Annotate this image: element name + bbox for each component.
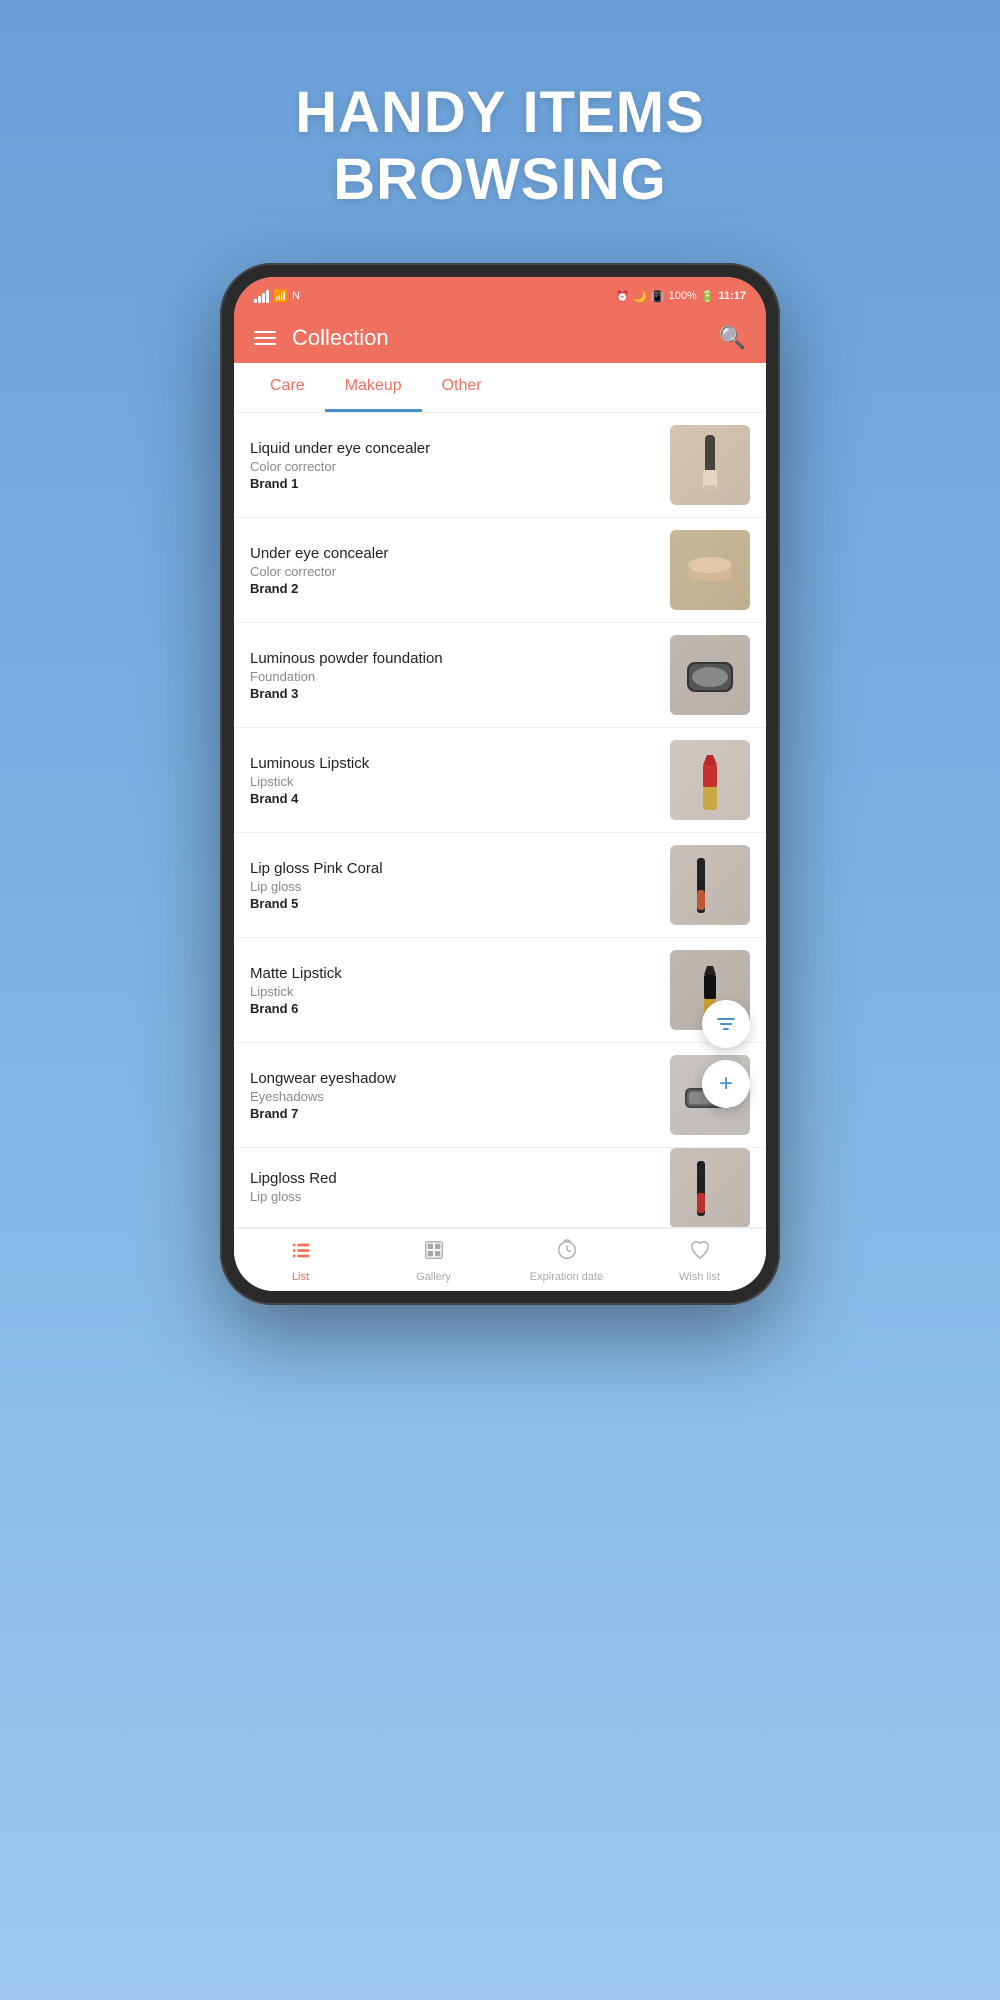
menu-button[interactable] — [254, 331, 276, 345]
product-category: Foundation — [250, 669, 658, 684]
product-name: Liquid under eye concealer — [250, 440, 658, 457]
product-name: Lip gloss Pink Coral — [250, 860, 658, 877]
product-name: Matte Lipstick — [250, 965, 658, 982]
product-brand: Brand 7 — [250, 1106, 658, 1121]
list-item[interactable]: Liquid under eye concealer Color correct… — [234, 413, 766, 518]
list-item[interactable]: Luminous powder foundation Foundation Br… — [234, 623, 766, 728]
product-brand: Brand 1 — [250, 476, 658, 491]
product-name: Luminous powder foundation — [250, 650, 658, 667]
product-image — [675, 430, 745, 500]
signal-icon — [254, 289, 269, 303]
product-brand: Brand 4 — [250, 791, 658, 806]
product-image — [675, 850, 745, 920]
product-category: Color corrector — [250, 564, 658, 579]
product-info: Lipgloss Red Lip gloss — [250, 1170, 658, 1206]
product-image — [675, 535, 745, 605]
nav-gallery-label: Gallery — [416, 1271, 451, 1283]
product-info: Longwear eyeshadow Eyeshadows Brand 7 — [250, 1070, 658, 1121]
list-item[interactable]: Matte Lipstick Lipstick Brand 6 — [234, 938, 766, 1043]
filter-icon — [714, 1012, 738, 1036]
product-info: Luminous powder foundation Foundation Br… — [250, 650, 658, 701]
app-title: Collection — [292, 325, 703, 351]
nav-wishlist-label: Wish list — [679, 1271, 720, 1283]
product-brand: Brand 3 — [250, 686, 658, 701]
list-item[interactable]: Longwear eyeshadow Eyeshadows Brand 7 — [234, 1043, 766, 1148]
nav-list[interactable]: List — [234, 1239, 367, 1283]
product-info: Under eye concealer Color corrector Bran… — [250, 545, 658, 596]
phone-frame: 📶 N ⏰ 🌙 📳 100% 🔋 11:17 Collection 🔍 Care — [220, 263, 780, 1305]
product-image — [675, 745, 745, 815]
product-category: Lip gloss — [250, 1189, 658, 1204]
hero-title: HANDY ITEMS BROWSING — [295, 80, 705, 213]
phone-screen: 📶 N ⏰ 🌙 📳 100% 🔋 11:17 Collection 🔍 Care — [234, 277, 766, 1291]
moon-icon: 🌙 — [633, 290, 647, 303]
product-category: Lipstick — [250, 774, 658, 789]
nav-wishlist[interactable]: Wish list — [633, 1239, 766, 1283]
list-nav-icon — [290, 1239, 312, 1267]
product-thumbnail — [670, 635, 750, 715]
product-image — [675, 640, 745, 710]
vibrate-icon: 📳 — [651, 290, 665, 303]
alarm-icon: ⏰ — [616, 290, 630, 303]
list-item[interactable]: Luminous Lipstick Lipstick Brand 4 — [234, 728, 766, 833]
clock: 11:17 — [718, 290, 746, 302]
product-info: Matte Lipstick Lipstick Brand 6 — [250, 965, 658, 1016]
product-brand: Brand 2 — [250, 581, 658, 596]
product-image — [675, 1153, 745, 1223]
product-info: Luminous Lipstick Lipstick Brand 4 — [250, 755, 658, 806]
status-bar: 📶 N ⏰ 🌙 📳 100% 🔋 11:17 — [234, 277, 766, 313]
battery-icon: 🔋 — [701, 290, 715, 303]
product-category: Color corrector — [250, 459, 658, 474]
product-category: Eyeshadows — [250, 1089, 658, 1104]
product-category: Lip gloss — [250, 879, 658, 894]
product-thumbnail — [670, 425, 750, 505]
product-list: Liquid under eye concealer Color correct… — [234, 413, 766, 1228]
nav-expiration-label: Expiration date — [530, 1271, 603, 1283]
nav-list-label: List — [292, 1271, 309, 1283]
tab-makeup[interactable]: Makeup — [325, 363, 422, 412]
search-button[interactable]: 🔍 — [719, 325, 746, 351]
wifi-icon: 📶 — [273, 289, 288, 303]
product-thumbnail — [670, 530, 750, 610]
product-thumbnail — [670, 845, 750, 925]
tab-other[interactable]: Other — [422, 363, 502, 412]
product-thumbnail — [670, 1148, 750, 1228]
tab-care[interactable]: Care — [250, 363, 325, 412]
list-item[interactable]: Lip gloss Pink Coral Lip gloss Brand 5 — [234, 833, 766, 938]
product-brand: Brand 5 — [250, 896, 658, 911]
bottom-nav: List Gallery — [234, 1228, 766, 1291]
product-name: Under eye concealer — [250, 545, 658, 562]
product-thumbnail — [670, 740, 750, 820]
product-info: Liquid under eye concealer Color correct… — [250, 440, 658, 491]
product-category: Lipstick — [250, 984, 658, 999]
nav-gallery[interactable]: Gallery — [367, 1239, 500, 1283]
list-item[interactable]: Under eye concealer Color corrector Bran… — [234, 518, 766, 623]
app-bar: Collection 🔍 — [234, 313, 766, 363]
battery-percent: 100% — [669, 290, 697, 302]
plus-icon: + — [719, 1070, 733, 1098]
gallery-nav-icon — [423, 1239, 445, 1267]
nav-expiration[interactable]: Expiration date — [500, 1239, 633, 1283]
expiration-nav-icon — [556, 1239, 578, 1267]
nfc-icon: N — [292, 290, 300, 302]
product-name: Luminous Lipstick — [250, 755, 658, 772]
wishlist-nav-icon — [689, 1239, 711, 1267]
tabs-container: Care Makeup Other — [234, 363, 766, 413]
list-item[interactable]: Lipgloss Red Lip gloss — [234, 1148, 766, 1228]
product-info: Lip gloss Pink Coral Lip gloss Brand 5 — [250, 860, 658, 911]
product-brand: Brand 6 — [250, 1001, 658, 1016]
product-name: Longwear eyeshadow — [250, 1070, 658, 1087]
product-name: Lipgloss Red — [250, 1170, 658, 1187]
